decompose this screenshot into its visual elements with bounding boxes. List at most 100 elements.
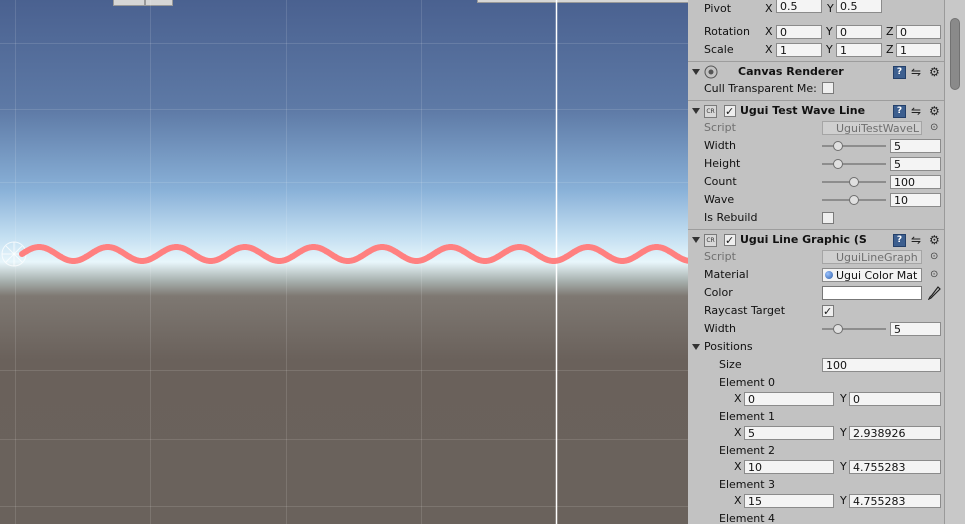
object-picker-icon[interactable]: ⊙ <box>930 266 938 283</box>
slider-track[interactable] <box>822 163 886 165</box>
line-script-label: Script <box>704 250 736 263</box>
scrollbar-thumb[interactable] <box>950 18 960 90</box>
wave-wave-row: Wave 10 <box>688 191 945 208</box>
pivot-y-field[interactable]: 0.5 <box>836 0 882 13</box>
element-x-axis: X <box>734 494 742 507</box>
slider-handle[interactable] <box>849 177 859 187</box>
raycast-row: Raycast Target <box>688 302 945 320</box>
element-label-row: Element 1 <box>688 408 945 425</box>
wave-height-row: Height 5 <box>688 155 945 172</box>
gear-icon[interactable]: ⚙ <box>929 105 942 118</box>
raycast-label: Raycast Target <box>704 304 786 317</box>
element-x-field[interactable]: 0 <box>744 392 834 406</box>
scale-z-field[interactable]: 1 <box>896 43 941 57</box>
foldout-arrow-icon[interactable] <box>692 237 700 243</box>
gear-icon[interactable]: ⚙ <box>929 234 942 247</box>
foldout-arrow-icon[interactable] <box>692 344 700 350</box>
object-picker-icon[interactable]: ⊙ <box>930 248 938 265</box>
wave-height-label: Height <box>704 157 741 170</box>
raycast-target-checkbox[interactable] <box>822 303 834 320</box>
element-y-axis: Y <box>840 460 847 473</box>
pivot-x-axis: X <box>765 2 773 15</box>
rotation-z-field[interactable]: 0 <box>896 25 941 39</box>
wave-wave-field[interactable]: 10 <box>890 193 941 207</box>
gear-icon[interactable]: ⚙ <box>929 66 942 79</box>
element-label: Element 4 <box>719 512 776 524</box>
slider-handle[interactable] <box>849 195 859 205</box>
rotation-z-axis: Z <box>886 25 894 38</box>
material-field[interactable]: Ugui Color Mat <box>822 268 922 282</box>
wave-script-label: Script <box>704 121 736 134</box>
wave-wave-label: Wave <box>704 193 735 206</box>
foldout-arrow-icon[interactable] <box>692 108 700 114</box>
help-icon[interactable]: ? <box>893 234 906 247</box>
line-script-field[interactable]: UguiLineGraph <box>822 250 922 264</box>
element-y-field[interactable]: 4.755283 <box>849 494 941 508</box>
slider-handle[interactable] <box>833 159 843 169</box>
wave-height-field[interactable]: 5 <box>890 157 941 171</box>
wave-count-field[interactable]: 100 <box>890 175 941 189</box>
element-label-row: Element 4 <box>688 510 945 524</box>
color-label: Color <box>704 286 733 299</box>
scale-y-field[interactable]: 1 <box>836 43 882 57</box>
preset-icon[interactable]: ⇋ <box>911 234 924 247</box>
scale-x-field[interactable]: 1 <box>776 43 822 57</box>
positions-row[interactable]: Positions <box>688 338 945 355</box>
canvas-renderer-header[interactable]: Canvas Renderer ? ⇋ ⚙ <box>688 63 945 81</box>
scale-y-axis: Y <box>826 43 833 56</box>
wave-script-field[interactable]: UguiTestWaveL <box>822 121 922 135</box>
scale-z-axis: Z <box>886 43 894 56</box>
element-x-axis: X <box>734 426 742 439</box>
pivot-label: Pivot <box>704 2 732 15</box>
element-xy-row: X 10 Y 4.755283 <box>688 458 945 475</box>
scene-view[interactable] <box>0 0 688 524</box>
line-graphic-enabled-checkbox[interactable] <box>724 232 736 250</box>
preset-icon[interactable]: ⇋ <box>911 66 924 79</box>
wave-width-field[interactable]: 5 <box>890 139 941 153</box>
eyedropper-icon[interactable] <box>928 286 941 300</box>
slider-handle[interactable] <box>833 141 843 151</box>
object-picker-icon[interactable]: ⊙ <box>930 119 938 136</box>
wave-line-header[interactable]: CR Ugui Test Wave Line ? ⇋ ⚙ <box>688 102 945 121</box>
slider-handle[interactable] <box>833 324 843 334</box>
help-icon[interactable]: ? <box>893 66 906 79</box>
element-x-field[interactable]: 15 <box>744 494 834 508</box>
material-sphere-icon <box>825 271 833 279</box>
element-x-field[interactable]: 10 <box>744 460 834 474</box>
foldout-arrow-icon[interactable] <box>692 69 700 75</box>
material-label: Material <box>704 268 749 281</box>
element-y-field[interactable]: 2.938926 <box>849 426 941 440</box>
is-rebuild-checkbox[interactable] <box>822 212 834 224</box>
line-graphic-header[interactable]: CR Ugui Line Graphic (S ? ⇋ ⚙ <box>688 231 945 250</box>
pivot-y-axis: Y <box>827 2 834 15</box>
element-y-field[interactable]: 4.755283 <box>849 460 941 474</box>
component-divider <box>688 229 945 230</box>
element-xy-row: X 15 Y 4.755283 <box>688 492 945 509</box>
element-label-row: Element 3 <box>688 476 945 493</box>
pivot-row: Pivot X 0.5 Y 0.5 <box>688 0 945 17</box>
element-x-field[interactable]: 5 <box>744 426 834 440</box>
preset-icon[interactable]: ⇋ <box>911 105 924 118</box>
slider-track[interactable] <box>822 328 886 330</box>
rotation-label: Rotation <box>704 25 751 38</box>
inspector-scrollbar[interactable] <box>944 0 965 524</box>
element-label: Element 3 <box>719 478 776 491</box>
script-component-icon: CR <box>704 234 717 247</box>
wave-width-row: Width 5 <box>688 137 945 154</box>
rotation-x-field[interactable]: 0 <box>776 25 822 39</box>
pivot-x-field[interactable]: 0.5 <box>776 0 822 13</box>
size-field[interactable]: 100 <box>822 358 941 372</box>
slider-track[interactable] <box>822 145 886 147</box>
rotation-y-field[interactable]: 0 <box>836 25 882 39</box>
wave-line-enabled-checkbox[interactable] <box>724 103 736 121</box>
cull-transparent-checkbox[interactable] <box>822 82 834 94</box>
help-icon[interactable]: ? <box>893 105 906 118</box>
element-label-row: Element 2 <box>688 442 945 459</box>
element-y-field[interactable]: 0 <box>849 392 941 406</box>
line-width-field[interactable]: 5 <box>890 322 941 336</box>
element-label: Element 0 <box>719 376 776 389</box>
element-label-row: Element 0 <box>688 374 945 391</box>
element-xy-row: X 5 Y 2.938926 <box>688 424 945 441</box>
positions-label: Positions <box>704 340 753 353</box>
color-swatch[interactable] <box>822 286 922 300</box>
